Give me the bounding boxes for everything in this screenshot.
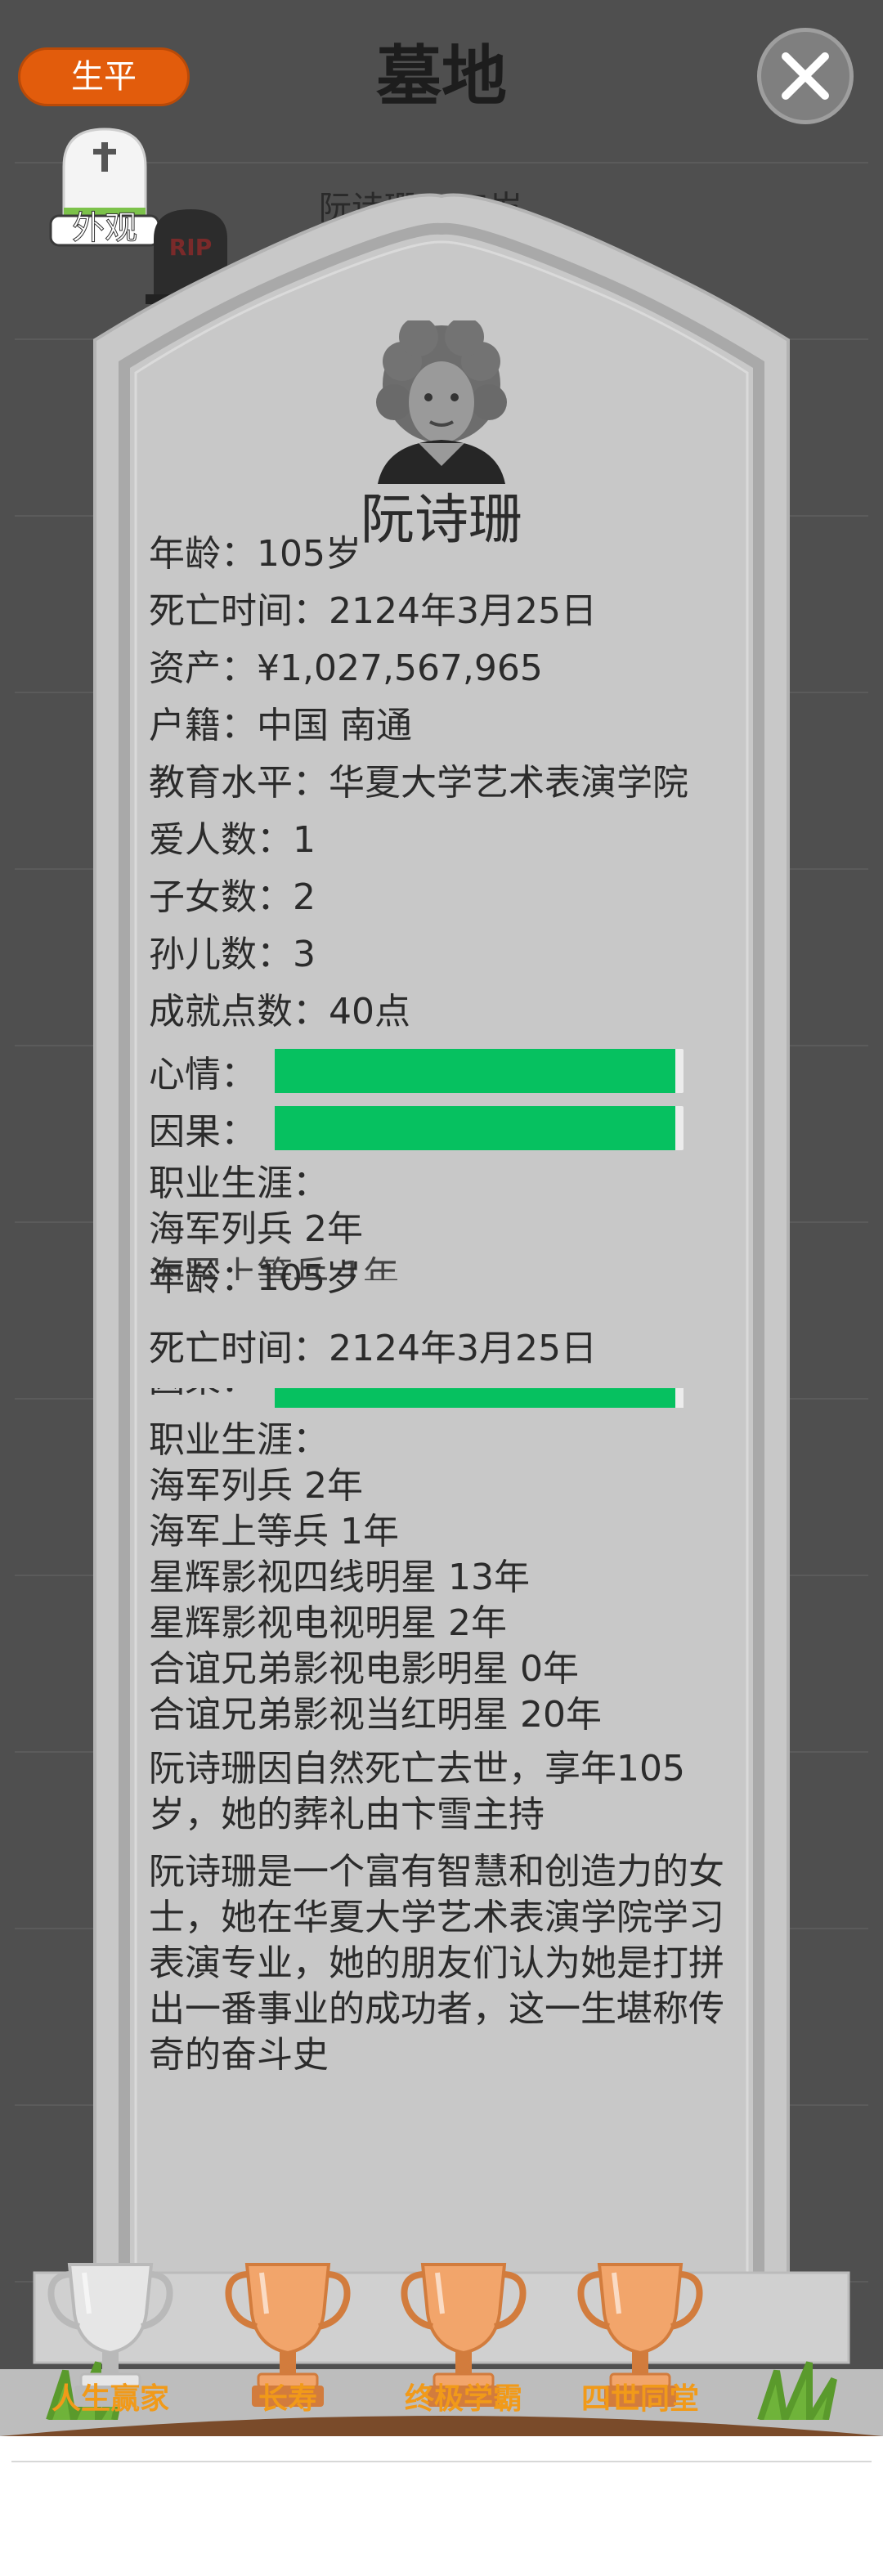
field-1: 死亡时间：2124年3月25日: [149, 589, 734, 634]
mood-row: 心情：: [149, 1046, 734, 1095]
career-item: 星辉影视四线明星 13年: [149, 1557, 530, 1598]
field-6: 子女数：2: [149, 875, 734, 921]
field-4: 教育水平：华夏大学艺术表演学院: [149, 760, 734, 806]
page-title: 墓地: [376, 38, 507, 114]
grass-icon: [757, 2361, 837, 2420]
field-label: 死亡时间: [149, 590, 293, 632]
close-button[interactable]: [757, 28, 854, 124]
karma-bar: [275, 1106, 684, 1150]
field-colon: ：: [257, 819, 293, 861]
field-2: 资产：¥1,027,567,965: [149, 646, 734, 692]
trophy-label: 长寿: [258, 2382, 317, 2416]
trophy-label: 人生赢家: [51, 2382, 169, 2416]
mood-bar: [275, 1049, 684, 1093]
karma-row-partial: 因果：: [149, 1388, 734, 1409]
bottom-divider: [11, 2461, 872, 2462]
death-note: 阮诗珊因自然死亡去世，享年105岁，她的葬礼由卞雪主持: [149, 1748, 685, 1835]
field-value: 105岁: [257, 533, 361, 575]
close-icon: [782, 52, 829, 100]
career-item: 合谊兄弟影视当红明星 20年: [149, 1694, 602, 1736]
field-colon: ：: [293, 762, 329, 804]
mood-label: 心情：: [149, 1054, 257, 1095]
career-item-partial: 海军上等兵 1年: [149, 1254, 399, 1280]
trophy-label: 四世同堂: [580, 2382, 699, 2416]
field-value: 3: [293, 934, 316, 975]
field-colon: ：: [293, 590, 329, 632]
karma-label: 因果：: [149, 1111, 257, 1153]
career-item: 海军列兵 2年: [149, 1465, 363, 1507]
avatar: [376, 320, 507, 484]
field-label: 子女数: [149, 876, 257, 918]
career-item: 海军上等兵 1年: [149, 1511, 399, 1552]
epitaph-scroll[interactable]: 年龄：105岁 死亡时间：2124年3月25日 资产：¥1,027,567,965 户…: [149, 531, 734, 2215]
field-colon: ：: [293, 991, 329, 1033]
trophy-label: 终极学霸: [404, 2382, 522, 2416]
field-3: 户籍：中国 南通: [149, 703, 734, 749]
field-label: 教育水平: [149, 762, 293, 804]
field-5: 爱人数：1: [149, 818, 734, 863]
death-line-repeat: 死亡时间：2124年3月25日: [149, 1328, 597, 1369]
field-value: 2: [293, 876, 316, 918]
field-label: 孙儿数: [149, 934, 257, 975]
field-label: 资产: [149, 647, 221, 689]
mood-bar-fill: [275, 1049, 675, 1093]
field-label: 年龄: [149, 533, 221, 575]
career-title: 职业生涯：: [149, 1419, 329, 1461]
field-label: 户籍: [149, 705, 221, 746]
biography: 阮诗珊是一个富有智慧和创造力的女士，她在华夏大学艺术表演学院学习表演专业，她的朋…: [149, 1851, 724, 2076]
career-item: 星辉影视电视明星 2年: [149, 1602, 507, 1644]
field-colon: ：: [257, 934, 293, 975]
field-value: ¥1,027,567,965: [257, 647, 543, 689]
field-value: 2124年3月25日: [329, 590, 597, 632]
karma-bar-partial: [275, 1388, 684, 1408]
karma-row: 因果：: [149, 1104, 734, 1153]
field-value: 中国 南通: [257, 705, 412, 746]
field-label: 爱人数: [149, 819, 257, 861]
field-value: 40点: [329, 991, 410, 1033]
career-item: 海军列兵 2年: [149, 1208, 363, 1250]
field-7: 孙儿数：3: [149, 932, 734, 978]
field-colon: ：: [221, 705, 257, 746]
karma-bar-partial-fill: [275, 1388, 675, 1408]
field-colon: ：: [221, 533, 257, 575]
karma-label-partial: 因果：: [149, 1388, 257, 1403]
field-colon: ：: [257, 876, 293, 918]
field-0: 年龄：105岁: [149, 531, 734, 577]
field-value: 华夏大学艺术表演学院: [329, 762, 688, 804]
career-title: 职业生涯：: [149, 1163, 329, 1204]
career-item: 合谊兄弟影视电影明星 0年: [149, 1648, 579, 1690]
karma-bar-fill: [275, 1106, 675, 1150]
field-value: 1: [293, 819, 316, 861]
field-label: 成就点数: [149, 991, 293, 1033]
field-colon: ：: [221, 647, 257, 689]
field-8: 成就点数：40点: [149, 989, 734, 1035]
